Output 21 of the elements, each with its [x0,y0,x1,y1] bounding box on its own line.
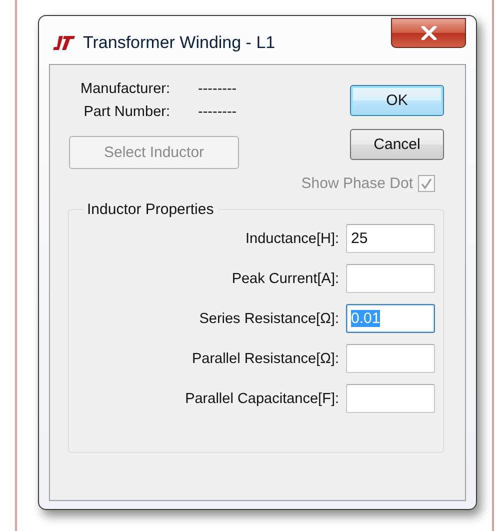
field-label: Parallel Capacitance[F]: [185,390,339,406]
logo-icon [53,35,75,51]
info-label: Manufacturer: [80,81,170,97]
checkbox-label: Show Phase Dot [301,174,413,192]
close-icon [420,26,436,40]
info-value: -------- [198,104,238,120]
input-field[interactable] [346,384,435,413]
info-value: -------- [198,81,238,97]
input-field[interactable] [346,264,435,293]
input-field[interactable] [346,344,435,373]
field-label: Parallel Resistance[Ω]: [192,350,339,366]
info-label: Part Number: [82,104,170,120]
field-label: Peak Current[A]: [232,270,339,286]
dialog-button[interactable]: Cancel [350,129,444,160]
window-title: Transformer Winding - L1 [83,33,276,53]
close-button[interactable] [391,18,466,48]
field-label: Series Resistance[Ω]: [199,310,339,326]
input-field[interactable]: 25 [346,224,435,253]
group-title: Inductor Properties [86,201,215,218]
dialog-button[interactable]: OK [350,85,444,116]
field-label: Inductance[H]: [246,230,339,246]
